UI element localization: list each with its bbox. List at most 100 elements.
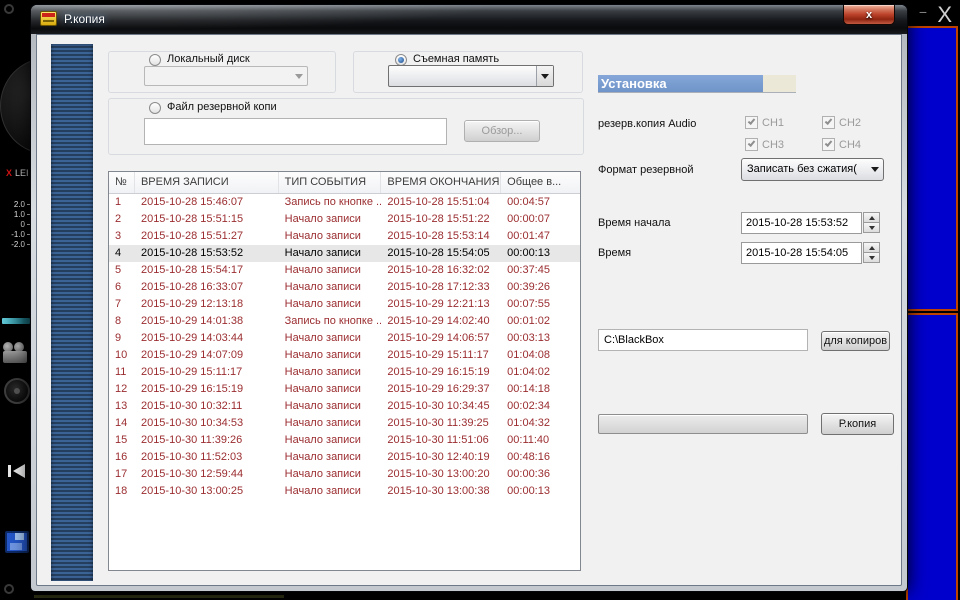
end-time-input[interactable] <box>741 242 862 264</box>
table-row[interactable]: 102015-10-29 14:07:09Начало записи2015-1… <box>109 347 580 364</box>
table-cell: 01:04:08 <box>501 347 580 364</box>
backup-file-radio[interactable] <box>149 102 161 114</box>
table-cell: Начало записи <box>279 347 382 364</box>
table-row[interactable]: 162015-10-30 11:52:03Начало записи2015-1… <box>109 449 580 466</box>
table-row[interactable]: 42015-10-28 15:53:52Начало записи2015-10… <box>109 245 580 262</box>
browse-button[interactable]: Обзор... <box>464 120 540 142</box>
channel-label: CH2 <box>839 117 861 129</box>
speaker-icon[interactable] <box>4 378 30 404</box>
start-time-input[interactable] <box>741 212 862 234</box>
column-header[interactable]: ТИП СОБЫТИЯ <box>279 172 382 193</box>
table-cell: 13 <box>109 398 135 415</box>
table-cell: Начало записи <box>279 296 382 313</box>
table-cell: 2015-10-29 14:01:38 <box>135 313 279 330</box>
check-icon <box>825 139 833 147</box>
table-cell: Начало записи <box>279 211 382 228</box>
video-panel-top <box>906 26 958 311</box>
channel-label: CH4 <box>839 139 861 151</box>
table-cell: 00:48:16 <box>501 449 580 466</box>
table-cell: 2015-10-30 10:32:11 <box>135 398 279 415</box>
table-row[interactable]: 182015-10-30 13:00:25Начало записи2015-1… <box>109 483 580 500</box>
column-header[interactable]: ВРЕМЯ ЗАПИСИ <box>135 172 279 193</box>
table-cell: Начало записи <box>279 483 382 500</box>
table-row[interactable]: 72015-10-29 12:13:18Начало записи2015-10… <box>109 296 580 313</box>
start-time-label: Время начала <box>598 217 670 229</box>
triangle-up-icon <box>869 243 875 250</box>
channel-checkbox-ch1[interactable]: CH1 <box>745 116 784 129</box>
spinner-down-button[interactable] <box>863 222 880 233</box>
table-row[interactable]: 82015-10-29 14:01:38Запись по кнопке ...… <box>109 313 580 330</box>
table-cell: 00:04:57 <box>501 194 580 211</box>
table-cell: Начало записи <box>279 432 382 449</box>
backup-format-label: Формат резервной <box>598 164 693 176</box>
table-cell: 17 <box>109 466 135 483</box>
removable-memory-combobox[interactable] <box>388 65 554 87</box>
scale-tick-label: 2.0 <box>5 200 25 209</box>
host-close-glyph[interactable]: X <box>937 2 952 28</box>
channel-checkbox-ch4[interactable]: CH4 <box>822 138 861 151</box>
recordings-table[interactable]: №ВРЕМЯ ЗАПИСИТИП СОБЫТИЯВРЕМЯ ОКОНЧАНИЯО… <box>108 171 581 571</box>
backup-format-combobox[interactable]: Записать без сжатия( <box>741 158 884 181</box>
table-row[interactable]: 152015-10-30 11:39:26Начало записи2015-1… <box>109 432 580 449</box>
table-cell: 2015-10-29 16:15:19 <box>381 364 501 381</box>
dropdown-arrow-zone <box>536 66 553 86</box>
table-cell: 9 <box>109 330 135 347</box>
camera-icon[interactable] <box>3 342 31 366</box>
dialog-titlebar[interactable] <box>31 5 907 34</box>
channel-checkbox-ch3[interactable]: CH3 <box>745 138 784 151</box>
table-cell: 2015-10-28 15:51:27 <box>135 228 279 245</box>
table-cell: Запись по кнопке ... <box>279 194 382 211</box>
copy-destination-button[interactable]: для копиров <box>821 331 890 351</box>
save-floppy-icon[interactable] <box>5 531 29 553</box>
dialog-title: Р.копия <box>64 12 105 26</box>
table-cell: 00:14:18 <box>501 381 580 398</box>
dialog-close-button[interactable]: x <box>843 5 895 25</box>
decorative-stripe-bar <box>51 44 93 581</box>
table-cell: 2015-10-28 15:53:52 <box>135 245 279 262</box>
table-row[interactable]: 22015-10-28 15:51:15Начало записи2015-10… <box>109 211 580 228</box>
start-time-spinner <box>863 212 880 234</box>
triangle-down-icon <box>869 226 875 233</box>
table-row[interactable]: 112015-10-29 15:11:17Начало записи2015-1… <box>109 364 580 381</box>
table-cell: 2015-10-29 14:06:57 <box>381 330 501 347</box>
table-cell: 2015-10-30 13:00:25 <box>135 483 279 500</box>
table-cell: Начало записи <box>279 449 382 466</box>
table-body: 12015-10-28 15:46:07Запись по кнопке ...… <box>109 194 580 500</box>
table-cell: 7 <box>109 296 135 313</box>
channel-checkbox-ch2[interactable]: CH2 <box>822 116 861 129</box>
skip-triangle <box>13 464 25 478</box>
scale-tick-label: 0 <box>5 220 25 229</box>
table-cell: 2015-10-29 16:15:19 <box>135 381 279 398</box>
table-cell: Начало записи <box>279 415 382 432</box>
local-disk-radio[interactable] <box>149 54 161 66</box>
table-cell: 2015-10-30 11:39:26 <box>135 432 279 449</box>
scale-tick: 2.0 <box>2 199 32 209</box>
table-row[interactable]: 12015-10-28 15:46:07Запись по кнопке ...… <box>109 194 580 211</box>
spinner-down-button[interactable] <box>863 252 880 263</box>
table-row[interactable]: 92015-10-29 14:03:44Начало записи2015-10… <box>109 330 580 347</box>
table-row[interactable]: 142015-10-30 10:34:53Начало записи2015-1… <box>109 415 580 432</box>
table-cell: Начало записи <box>279 398 382 415</box>
settings-header-title: Установка <box>601 76 667 91</box>
column-header[interactable]: Общее в... <box>501 172 580 193</box>
table-cell: Начало записи <box>279 228 382 245</box>
column-header[interactable]: ВРЕМЯ ОКОНЧАНИЯ <box>381 172 501 193</box>
table-row[interactable]: 32015-10-28 15:51:27Начало записи2015-10… <box>109 228 580 245</box>
channel-label: CH3 <box>762 139 784 151</box>
host-minimize-glyph[interactable]: − <box>919 4 927 20</box>
destination-path-input[interactable] <box>598 329 808 351</box>
table-cell: 2015-10-29 14:03:44 <box>135 330 279 347</box>
column-header[interactable]: № <box>109 172 135 193</box>
table-cell: 2 <box>109 211 135 228</box>
backup-file-path-input[interactable] <box>144 118 447 145</box>
table-row[interactable]: 122015-10-29 16:15:19Начало записи2015-1… <box>109 381 580 398</box>
backup-start-button[interactable]: Р.копия <box>821 413 894 435</box>
table-row[interactable]: 52015-10-28 15:54:17Начало записи2015-10… <box>109 262 580 279</box>
start-time-spinbox <box>741 212 880 234</box>
skip-back-icon[interactable] <box>8 464 30 478</box>
table-row[interactable]: 132015-10-30 10:32:11Начало записи2015-1… <box>109 398 580 415</box>
table-row[interactable]: 172015-10-30 12:59:44Начало записи2015-1… <box>109 466 580 483</box>
table-row[interactable]: 62015-10-28 16:33:07Начало записи2015-10… <box>109 279 580 296</box>
table-cell: 2015-10-30 13:00:38 <box>381 483 501 500</box>
local-disk-combobox[interactable] <box>144 66 308 86</box>
